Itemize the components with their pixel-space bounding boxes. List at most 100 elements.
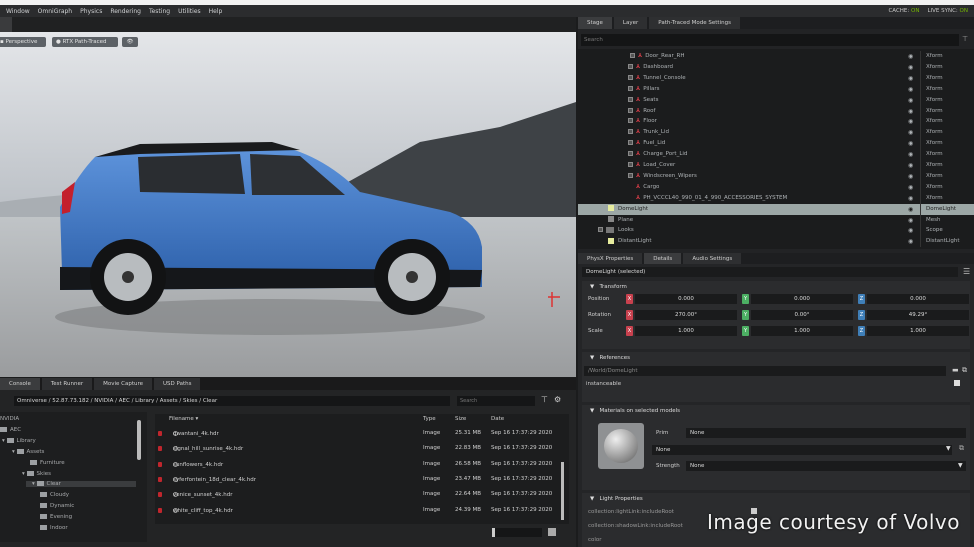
scale-x-field[interactable]: 1.000 (635, 326, 737, 336)
tab-console[interactable]: Console (0, 378, 40, 390)
tab-physx-properties[interactable]: PhysX Properties (578, 253, 643, 264)
tree-item[interactable]: Evening (40, 514, 72, 520)
grid-view-icon[interactable] (548, 528, 556, 536)
reference-path-field[interactable]: /World/DomeLight (584, 366, 946, 376)
menu-window[interactable]: Window (6, 8, 30, 15)
expand-toggle[interactable] (628, 96, 633, 102)
light-properties-header[interactable]: ▼ Light Properties (590, 496, 643, 502)
open-external-icon[interactable]: ⧉ (962, 366, 967, 375)
visibility-eye-icon[interactable]: ◉ (908, 204, 913, 215)
materials-header[interactable]: ▼ Materials on selected models (590, 408, 680, 414)
stage-tree-row[interactable]: ⅄ Dashboard ◉ Xform (578, 61, 974, 73)
prim-field[interactable]: None (686, 428, 966, 438)
tree-item[interactable]: NVIDIA (0, 416, 19, 422)
file-row[interactable]: white_cliff_top_4k.hdr Image 24.39 MB Sep 1… (155, 503, 569, 518)
visibility-eye-icon[interactable]: ◉ (908, 171, 913, 182)
visibility-eye-icon[interactable]: ◉ (908, 62, 913, 73)
tree-item-selected[interactable]: ▾ Clear (26, 481, 136, 487)
tab-details[interactable]: Details (644, 253, 682, 264)
column-size[interactable]: Size (455, 416, 466, 422)
menu-icon[interactable]: ☰ (963, 267, 970, 276)
expand-toggle[interactable] (628, 140, 633, 146)
menu-rendering[interactable]: Rendering (110, 8, 141, 15)
visibility-eye-icon[interactable]: ◉ (908, 51, 913, 62)
material-dropdown[interactable]: None (652, 445, 952, 455)
visibility-eye-icon[interactable]: ◉ (908, 116, 913, 127)
column-type[interactable]: Type (423, 416, 436, 422)
strength-dropdown[interactable]: None (686, 461, 966, 471)
thumbnail-size-slider[interactable] (492, 528, 542, 537)
tree-item[interactable]: ▾ Library (2, 438, 36, 444)
visibility-eye-icon[interactable]: ◉ (908, 193, 913, 204)
expand-toggle[interactable] (628, 63, 633, 69)
open-external-icon[interactable]: ⧉ (959, 444, 964, 453)
visibility-eye-icon[interactable]: ◉ (908, 215, 913, 226)
tab-movie-capture[interactable]: Movie Capture (94, 378, 153, 390)
stage-tree-row[interactable]: ⅄ Load_Cover ◉ Xform (578, 160, 974, 171)
menu-help[interactable]: Help (209, 8, 223, 15)
stage-tree-row[interactable]: ⅄ Trunk_Lid ◉ Xform (578, 127, 974, 139)
tree-item[interactable]: ▾ Skies (22, 471, 51, 477)
stage-tree-row[interactable]: ⅄ Tunnel_Console ◉ Xform (578, 72, 974, 84)
filter-icon[interactable]: ⊤ (541, 395, 548, 404)
position-x-field[interactable]: 0.000 (635, 294, 737, 304)
visibility-eye-icon[interactable]: ◉ (908, 127, 913, 138)
stage-tree-row[interactable]: ⅄ Pillars ◉ Xform (578, 83, 974, 95)
stage-tree-row[interactable]: ⅄ Seats ◉ Xform (578, 94, 974, 106)
renderer-button[interactable]: ● RTX Path-Traced (52, 37, 118, 47)
rotation-x-field[interactable]: 270.00° (635, 310, 737, 320)
menu-physics[interactable]: Physics (80, 8, 102, 15)
stage-tree-row[interactable]: ⅄ PH_VCCCL40_990_01_4_990_ACCESSORIES_SYS… (578, 192, 974, 204)
expand-toggle[interactable] (630, 53, 635, 58)
expand-toggle[interactable] (628, 118, 633, 124)
visibility-eye-icon[interactable]: ◉ (908, 236, 913, 247)
visibility-eye-icon[interactable]: ◉ (908, 84, 913, 95)
expand-toggle[interactable] (628, 74, 633, 80)
tab-audio-settings[interactable]: Audio Settings (683, 253, 742, 264)
camera-perspective-button[interactable]: ▪ Perspective (0, 37, 46, 47)
menu-utilities[interactable]: Utilities (178, 8, 201, 15)
stage-tree-row[interactable]: ⅄ Fuel_Lid ◉ Xform (578, 138, 974, 150)
scale-y-field[interactable]: 1.000 (751, 326, 853, 336)
stage-search-input[interactable]: Search (581, 34, 959, 46)
visibility-eye-icon[interactable]: ◉ (908, 225, 913, 236)
chevron-down-icon[interactable]: ▼ (958, 462, 963, 469)
position-y-field[interactable]: 0.000 (751, 294, 853, 304)
filter-icon[interactable]: ⊤ (962, 35, 968, 43)
tab-usd-paths[interactable]: USD Paths (154, 378, 201, 390)
file-row[interactable]: sunflowers_4k.hdr Image 26.58 MB Sep 16 17:… (155, 457, 569, 472)
visibility-eye-button[interactable]: 👁 (122, 37, 138, 47)
file-row[interactable]: signal_hill_sunrise_4k.hdr Image 22.83 MB S… (155, 441, 569, 456)
scale-z-field[interactable]: 1.000 (867, 326, 969, 336)
column-filename[interactable]: Filename ▾ (169, 416, 198, 422)
tree-item[interactable]: Indoor (40, 525, 68, 531)
tree-item[interactable]: AEC (0, 427, 21, 433)
expand-toggle[interactable] (628, 172, 633, 178)
stage-tree-row[interactable]: ⅄ Door_Rear_RH ◉ Xform (578, 51, 974, 62)
chevron-down-icon[interactable]: ▼ (946, 445, 951, 452)
expand-toggle[interactable] (628, 107, 633, 113)
stage-tree-row[interactable]: ⅄ Floor ◉ Xform (578, 116, 974, 128)
visibility-eye-icon[interactable]: ◉ (908, 106, 913, 117)
file-row[interactable]: syferfontein_18d_clear_4k.hdr Image 23.47 … (155, 472, 569, 487)
rotation-y-field[interactable]: 0.00° (751, 310, 853, 320)
expand-toggle[interactable] (628, 162, 633, 167)
tree-item[interactable]: Dynamic (40, 503, 74, 509)
expand-toggle[interactable] (628, 85, 633, 91)
visibility-eye-icon[interactable]: ◉ (908, 182, 913, 193)
viewport[interactable]: ▪ Perspective ● RTX Path-Traced 👁 (0, 32, 576, 377)
tree-scrollbar[interactable] (137, 420, 141, 460)
instanceable-checkbox[interactable] (954, 380, 960, 386)
tab-layer[interactable]: Layer (613, 17, 648, 29)
expand-toggle[interactable] (628, 151, 633, 157)
tree-item[interactable]: ▾ Assets (12, 449, 44, 455)
selected-prim-field[interactable]: DomeLight (selected) (582, 267, 958, 277)
expand-toggle[interactable] (628, 129, 633, 135)
content-search-input[interactable]: Search (457, 396, 535, 406)
stage-tree-row[interactable]: Plane ◉ Mesh (578, 214, 974, 226)
tab-stage[interactable]: Stage (578, 17, 612, 29)
stage-tree-row[interactable]: ⅄ Cargo ◉ Xform (578, 181, 974, 193)
expand-toggle[interactable] (598, 227, 603, 233)
viewport-tab[interactable] (0, 17, 12, 32)
transform-header[interactable]: ▼ Transform (590, 284, 627, 290)
